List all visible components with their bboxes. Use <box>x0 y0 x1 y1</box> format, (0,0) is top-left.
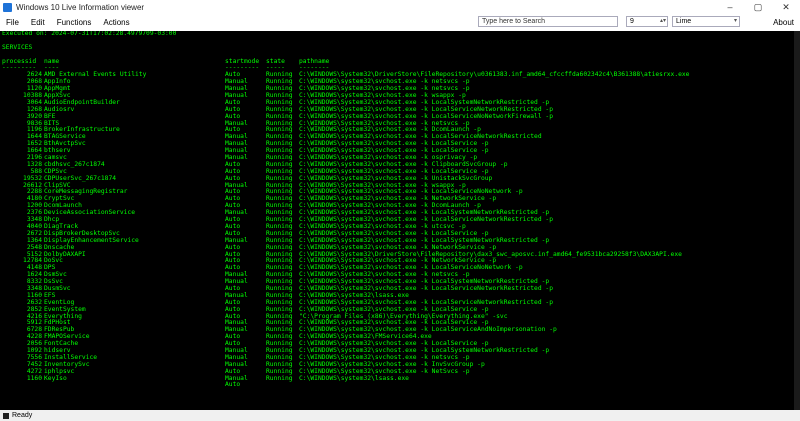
name-cell: DusmSvc <box>44 284 71 292</box>
name-cell: BthAvctpSvc <box>44 140 86 148</box>
section-title: SERVICES <box>2 43 33 51</box>
maximize-icon[interactable]: ▢ <box>744 0 772 14</box>
name-cell: AMD External Events Utility <box>44 71 147 79</box>
stepper-arrows-icon[interactable]: ▴▾ <box>660 17 666 26</box>
name-cell: AppInfo <box>44 78 71 86</box>
name-cell: DPS <box>44 264 56 272</box>
table-row: Auto <box>0 382 800 389</box>
name-cell: iphlpsvc <box>44 367 75 375</box>
name-cell: BFE <box>44 112 56 120</box>
search-input[interactable]: Type here to Search <box>478 16 618 27</box>
font-size-stepper[interactable]: 9 ▴▾ <box>626 16 668 27</box>
color-value: Lime <box>676 18 692 25</box>
header-name: name <box>44 57 60 65</box>
startmode-cell: Auto <box>225 381 241 389</box>
name-cell: AppMgmt <box>44 85 71 93</box>
executed-line: Executed on: 2024-07-31T17:02:28.4979709… <box>2 31 177 37</box>
name-cell: DsmSvc <box>44 271 67 279</box>
name-cell: DsSvc <box>44 278 63 286</box>
about-menu[interactable]: About <box>773 18 794 27</box>
processid-cell: 1160 <box>26 374 42 382</box>
console-output[interactable]: Executed on: 2024-07-31T17:02:28.4979709… <box>0 31 800 410</box>
name-cell: Audiosrv <box>44 105 75 113</box>
state-cell <box>266 382 299 389</box>
vertical-scrollbar[interactable] <box>794 31 800 410</box>
menu-actions[interactable]: Actions <box>97 18 135 27</box>
state-cell: Running <box>266 374 293 382</box>
menu-edit[interactable]: Edit <box>25 18 51 27</box>
menu-file[interactable]: File <box>0 18 25 27</box>
table-row: 1160 KeyIso Manual Running C:\WINDOWS\system… <box>0 374 800 383</box>
title-bar: Windows 10 Live Information viewer – ▢ ✕ <box>0 0 800 14</box>
name-cell: bthserv <box>44 147 71 155</box>
name-cell: FontCache <box>44 340 79 348</box>
chevron-down-icon[interactable]: ▾ <box>734 17 737 26</box>
name-cell <box>44 382 225 389</box>
app-icon <box>3 2 12 12</box>
table-header: processid name startmode state pathname <box>0 57 800 66</box>
status-bar: Ready <box>0 410 800 421</box>
service-list: 2624 AMD External Events Utility Auto Runni… <box>0 71 800 389</box>
minimize-icon[interactable]: – <box>716 0 744 14</box>
window-title: Windows 10 Live Information viewer <box>16 2 145 12</box>
menu-functions[interactable]: Functions <box>51 18 98 27</box>
name-cell: cbdhsvc_267c1874 <box>44 160 105 168</box>
name-cell: DoSvc <box>44 257 63 265</box>
color-select[interactable]: Lime ▾ <box>672 16 740 27</box>
name-cell: DeviceAssociationService <box>44 209 135 217</box>
name-cell: KeyIso <box>44 374 67 382</box>
status-icon <box>3 412 9 419</box>
processid-cell <box>2 382 44 389</box>
name-cell: DolbyDAXAPI <box>44 250 86 258</box>
pathname-cell: C:\WINDOWS\system32\lsass.exe <box>299 374 409 382</box>
name-cell: Everything <box>44 312 82 320</box>
font-size-value: 9 <box>630 18 634 25</box>
status-text: Ready <box>12 412 33 419</box>
name-cell: CDPUserSvc_267c1874 <box>44 174 117 182</box>
close-icon[interactable]: ✕ <box>772 0 800 14</box>
